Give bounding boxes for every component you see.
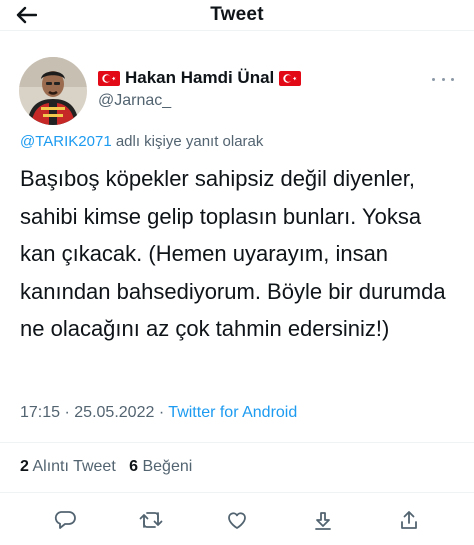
more-options-icon[interactable] — [432, 72, 454, 86]
tweet-time[interactable]: 17:15 — [20, 404, 60, 421]
reply-mention-link[interactable]: @TARIK2071 — [20, 133, 112, 150]
quote-count: 2 — [20, 458, 29, 475]
download-icon — [311, 508, 335, 532]
action-bar — [0, 505, 474, 537]
page-title: Tweet — [210, 4, 264, 25]
author-handle[interactable]: @Jarnac_ — [98, 92, 171, 110]
quote-label: Alıntı Tweet — [32, 458, 116, 475]
divider — [0, 442, 474, 443]
top-bar: Tweet — [0, 0, 474, 31]
turkey-flag-icon — [98, 70, 120, 86]
divider — [0, 492, 474, 493]
like-count: 6 — [129, 458, 139, 475]
avatar[interactable] — [19, 57, 87, 125]
tweet-date[interactable]: 25.05.2022 — [74, 404, 154, 421]
likes-stat[interactable]: 6 Beğeni — [129, 458, 192, 475]
author-name[interactable]: Hakan Hamdi Ünal — [125, 68, 274, 88]
share-button[interactable] — [394, 505, 424, 535]
tweet-stats: 2 Alıntı Tweet 6 Beğeni — [20, 458, 192, 476]
tweet-text: Başıboş köpekler sahipsiz değil diyenler… — [20, 166, 446, 341]
reply-icon — [53, 508, 77, 532]
meta-separator: · — [158, 404, 165, 421]
turkey-flag-icon — [279, 70, 302, 86]
tweet-source-link[interactable]: Twitter for Android — [168, 404, 297, 421]
retweet-button[interactable] — [136, 505, 166, 535]
download-button[interactable] — [308, 505, 338, 535]
quote-tweets-stat[interactable]: 2 Alıntı Tweet — [20, 458, 120, 475]
like-icon — [225, 508, 249, 532]
tweet-meta: 17:15 · 25.05.2022 · Twitter for Android — [20, 404, 297, 422]
reply-context: @TARIK2071 adlı kişiye yanıt olarak — [20, 133, 263, 150]
reply-button[interactable] — [50, 505, 80, 535]
reply-suffix: adlı kişiye yanıt olarak — [115, 133, 264, 150]
meta-separator: · — [64, 404, 70, 421]
retweet-icon — [138, 508, 164, 532]
share-icon — [397, 508, 421, 532]
like-button[interactable] — [222, 505, 252, 535]
author-name-row[interactable]: Hakan Hamdi Ünal — [98, 66, 302, 90]
like-label: Beğeni — [142, 458, 193, 475]
